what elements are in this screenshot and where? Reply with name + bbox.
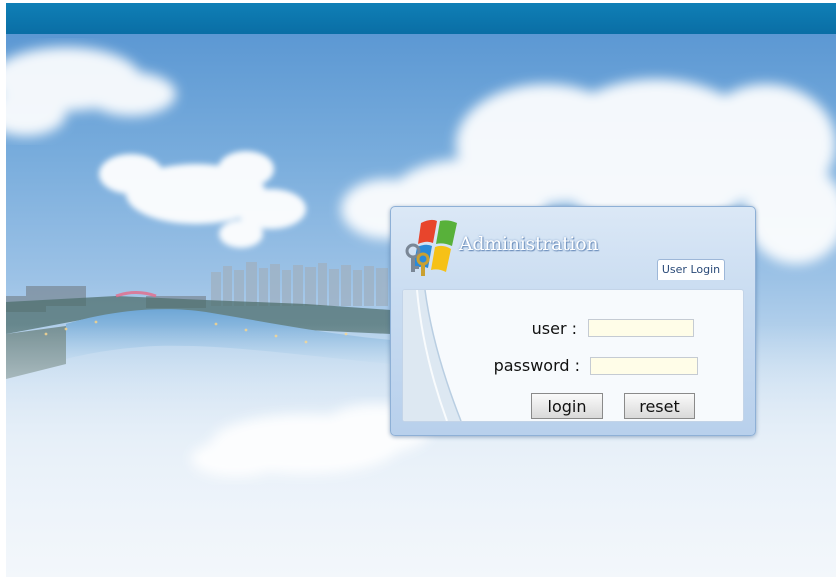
- login-form: user : password : login reset: [402, 289, 744, 422]
- login-button[interactable]: login: [531, 393, 603, 419]
- decorative-swoosh: [403, 290, 462, 421]
- login-panel: Administration User Login user : passwor…: [390, 206, 756, 436]
- password-input[interactable]: [590, 357, 698, 375]
- reset-button[interactable]: reset: [624, 393, 695, 419]
- user-input[interactable]: [588, 319, 694, 337]
- password-label: password :: [493, 356, 580, 375]
- tab-user-login[interactable]: User Login: [657, 259, 725, 280]
- top-bar: [6, 3, 836, 34]
- windows-keys-logo-icon: [405, 219, 457, 276]
- user-label: user :: [531, 319, 577, 338]
- panel-title: Administration: [459, 233, 599, 255]
